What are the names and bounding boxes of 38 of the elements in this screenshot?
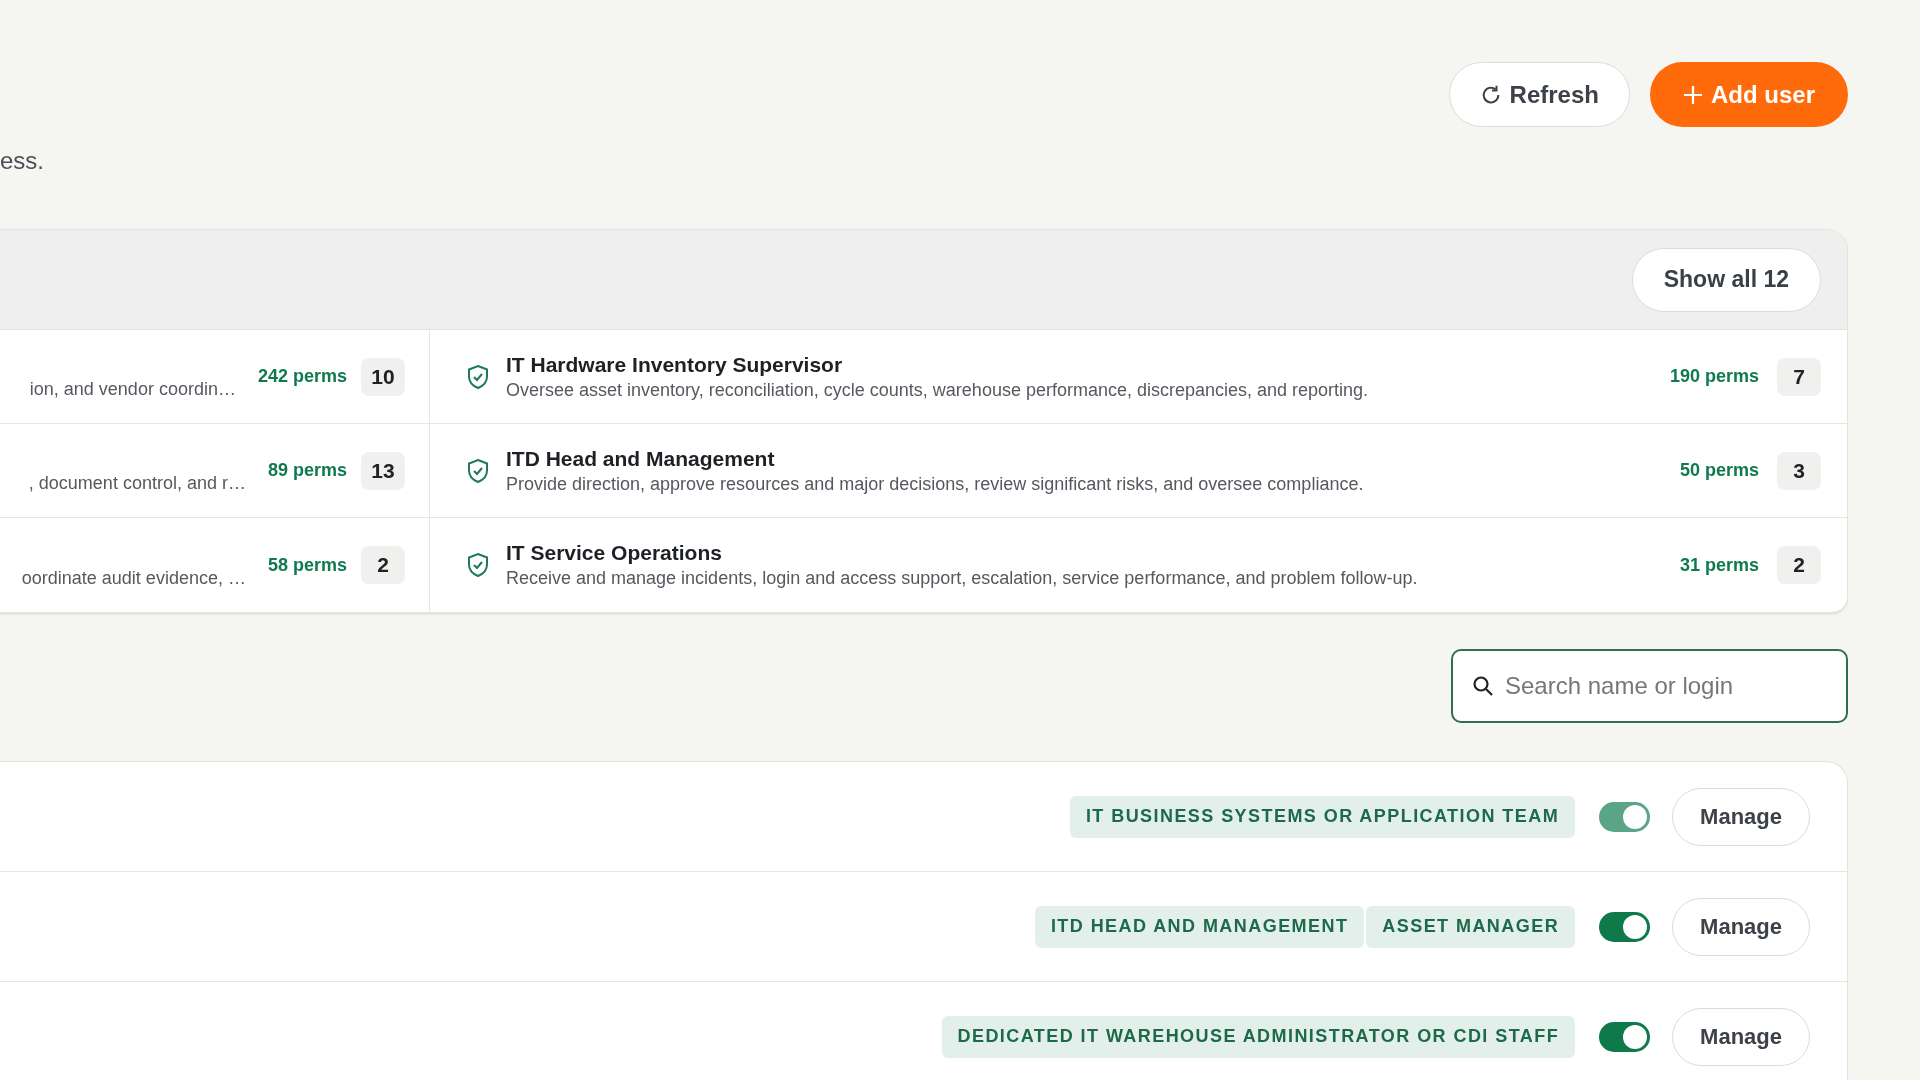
perms-count: 50 perms xyxy=(1679,459,1759,482)
shield-check-icon xyxy=(466,552,490,578)
subtitle-text: ess. xyxy=(0,147,44,174)
role-description: ion, and vendor coordin… xyxy=(29,378,236,401)
role-title: IT Hardware Inventory Supervisor xyxy=(506,351,844,378)
count-badge: 3 xyxy=(1777,451,1821,490)
count-badge: 7 xyxy=(1777,357,1821,396)
role-tag: IT BUSINESS SYSTEMS OR APPLICATION TEAM xyxy=(1069,795,1576,838)
search-field[interactable]: Search name or login xyxy=(1451,649,1848,723)
show-all-button[interactable]: Show all 12 xyxy=(1631,247,1821,312)
count-badge: 13 xyxy=(361,451,405,490)
count-badge: 2 xyxy=(1777,546,1821,584)
manage-button[interactable]: Manage xyxy=(1672,897,1810,956)
role-description: oordinate audit evidence, … xyxy=(21,566,246,590)
role-description: , document control, and r… xyxy=(28,472,246,495)
manage-button[interactable]: Manage xyxy=(1672,1007,1810,1066)
perms-count: 31 perms xyxy=(1679,553,1759,577)
count-badge: 2 xyxy=(361,546,405,584)
search-icon xyxy=(1471,674,1495,698)
perms-count: 242 perms xyxy=(257,365,347,388)
toggle-switch[interactable] xyxy=(1599,911,1651,942)
role-title: IT Service Operations xyxy=(506,540,723,566)
perms-count: 58 perms xyxy=(267,553,347,577)
count-badge: 10 xyxy=(361,357,405,396)
role-description: Receive and manage incidents, login and access support, escalation, service performance, and problem follow-up. xyxy=(506,567,1419,590)
refresh-button[interactable]: Refresh xyxy=(1448,62,1630,127)
role-title: ITD Head and Management xyxy=(506,445,776,472)
toggle-switch[interactable] xyxy=(1599,1021,1651,1052)
role-description: Oversee asset inventory, reconciliation, cycle counts, warehouse performance, discrepancies, and reporting. xyxy=(506,378,1370,402)
shield-check-icon xyxy=(466,363,490,390)
shield-check-icon xyxy=(466,457,490,484)
role-tag: ASSET MANAGER xyxy=(1366,905,1576,948)
perms-count: 89 perms xyxy=(267,459,347,482)
perms-count: 190 perms xyxy=(1669,365,1759,388)
role-description: Provide direction, approve resources and major decisions, review significant risks, and oversee compliance. xyxy=(506,472,1365,496)
role-tag: DEDICATED IT WAREHOUSE ADMINISTRATOR OR CDI STAFF xyxy=(941,1015,1576,1058)
role-tag: ITD HEAD AND MANAGEMENT xyxy=(1034,905,1365,948)
plus-icon xyxy=(1683,84,1703,105)
